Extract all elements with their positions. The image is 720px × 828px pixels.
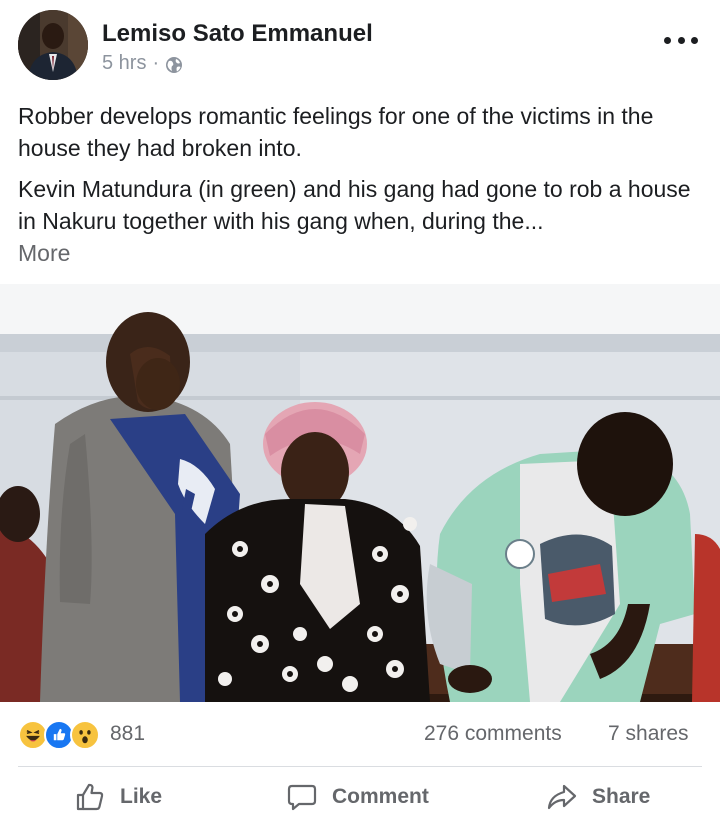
post-text: Robber develops romantic feelings for on… bbox=[18, 100, 708, 269]
post-paragraph-2: Kevin Matundura (in green) and his gang … bbox=[18, 176, 691, 234]
globe-icon[interactable] bbox=[165, 56, 183, 74]
like-button[interactable]: Like bbox=[74, 778, 162, 816]
post-time[interactable]: 5 hrs bbox=[102, 52, 146, 75]
avatar-image bbox=[18, 10, 88, 80]
wow-icon bbox=[70, 720, 100, 750]
post-paragraph-1: Robber develops romantic feelings for on… bbox=[18, 103, 654, 161]
reaction-count[interactable]: 881 bbox=[110, 722, 145, 746]
see-more-link[interactable]: More bbox=[18, 237, 708, 269]
share-button[interactable]: Share bbox=[546, 778, 650, 816]
comment-icon bbox=[287, 784, 317, 811]
post-header: Lemiso Sato Emmanuel 5 hrs · bbox=[0, 0, 720, 92]
actions-divider bbox=[18, 766, 702, 767]
comment-label: Comment bbox=[332, 785, 429, 808]
avatar[interactable] bbox=[18, 10, 88, 80]
facebook-post: Lemiso Sato Emmanuel 5 hrs · Robber deve… bbox=[0, 0, 720, 828]
action-bar: Like Comment Share bbox=[0, 768, 720, 826]
like-label: Like bbox=[120, 785, 163, 808]
shares-count[interactable]: 7 shares bbox=[608, 722, 689, 746]
author-name[interactable]: Lemiso Sato Emmanuel bbox=[102, 20, 373, 48]
comment-button[interactable]: Comment bbox=[286, 778, 429, 816]
post-meta: 5 hrs · bbox=[102, 52, 183, 75]
more-options-icon[interactable] bbox=[664, 28, 698, 52]
share-arrow-icon bbox=[547, 784, 577, 810]
comments-count[interactable]: 276 comments bbox=[424, 722, 562, 746]
reaction-icons[interactable] bbox=[18, 720, 108, 750]
reactions-summary: 881 276 comments 7 shares bbox=[0, 712, 720, 758]
post-photo[interactable] bbox=[0, 284, 720, 702]
share-label: Share bbox=[592, 785, 651, 808]
thumbs-up-icon bbox=[76, 783, 104, 811]
meta-separator: · bbox=[152, 52, 160, 74]
post-photo-image bbox=[0, 284, 720, 702]
